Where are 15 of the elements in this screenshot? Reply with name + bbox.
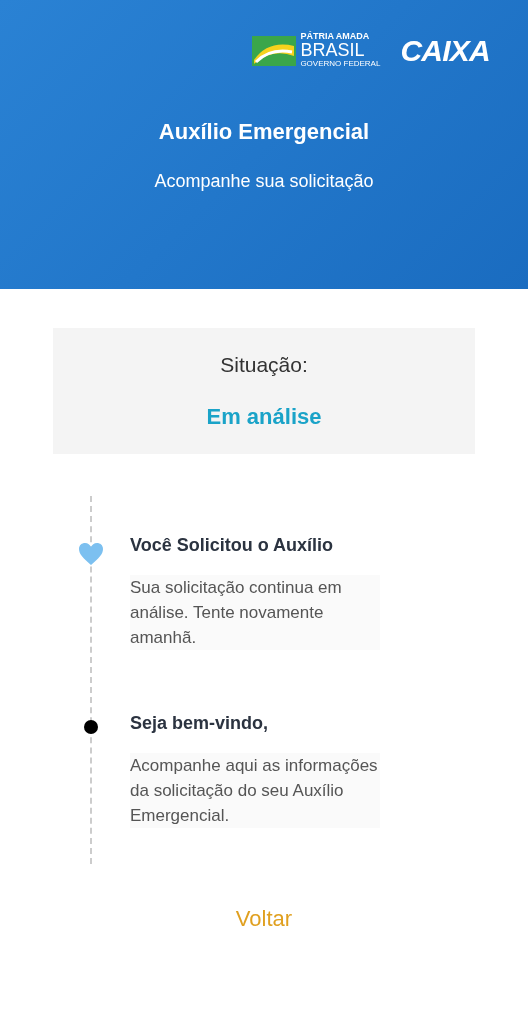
back-link[interactable]: Voltar	[235, 902, 293, 935]
timeline-text: Acompanhe aqui as informações da solicitação do seu Auxílio Emergencial.	[130, 753, 380, 828]
timeline-text: Sua solicitação continua em análise. Tente novamente amanhã.	[130, 575, 380, 650]
brand-subtitle: GOVERNO FEDERAL	[300, 59, 381, 69]
bank-logo: CAIXA	[400, 33, 490, 69]
status-value: Em análise	[206, 403, 322, 432]
timeline-title: Você Solicitou o Auxílio	[130, 534, 335, 557]
status-label: Situação:	[220, 351, 308, 378]
timeline-title: Seja bem-vindo,	[130, 712, 270, 735]
page-subtitle: Acompanhe sua solicitação	[154, 170, 374, 193]
brand-tagline: PÁTRIA AMADA	[300, 32, 371, 41]
page-title: Auxílio Emergencial	[158, 118, 370, 146]
flag-logo-icon	[252, 35, 297, 66]
heart-icon	[78, 542, 104, 566]
brand-name: BRASIL	[300, 41, 366, 59]
